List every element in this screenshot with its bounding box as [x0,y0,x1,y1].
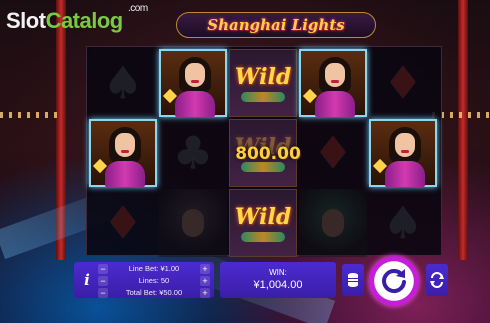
game-title: Shanghai Lights [207,16,345,34]
lady-icon [175,57,215,117]
lady-icon [315,57,355,117]
total-bet-increase-button[interactable]: + [200,287,210,298]
line-bet-label: Line Bet: ¥1.00 [128,264,180,273]
autoplay-icon [430,272,444,288]
lady-symbol [159,49,227,117]
lady-icon [385,127,425,187]
line-bet-increase-button[interactable]: + [200,263,210,274]
line-bet-decrease-button[interactable]: − [98,263,108,274]
dragon-icon [241,232,285,242]
spade-symbol: ♠ [369,189,437,257]
line-bet-row: − Line Bet: ¥1.00 + [98,263,210,274]
game-logo: Shanghai Lights [176,12,376,38]
wild-symbol: Wild [229,49,297,117]
lines-increase-button[interactable]: + [200,275,210,286]
win-label: WIN: [269,268,287,277]
spin-button[interactable] [369,256,419,306]
man-icon [182,209,204,237]
spade-icon: ♠ [383,197,423,249]
lines-label: Lines: 50 [138,276,170,285]
wild-symbol: Wild [229,189,297,257]
lady-icon [105,127,145,187]
watermark-slot: Slot [6,8,46,33]
man-symbol [159,189,227,257]
diamond-symbol: ♦ [369,49,437,117]
dragon-icon [241,92,285,102]
watermark-catalog: Catalog [45,8,124,33]
watermark-suffix: .com [128,3,148,14]
watermark-logo: SlotCatalog .com [6,3,148,34]
reel-grid: ♠ ♦ ♣ Wild Wild Wild 800.00 ♦ ♦ ♠ [86,46,442,257]
lady-symbol [89,119,157,187]
total-bet-decrease-button[interactable]: − [98,287,108,298]
total-bet-label: Total Bet: ¥50.00 [125,288,183,297]
reel-win-amount: 800.00 [235,144,301,164]
spade-icon: ♠ [103,57,143,109]
autoplay-button[interactable] [426,264,448,296]
game-stage: SlotCatalog .com Shanghai Lights ♠ ♦ ♣ W… [0,0,490,323]
win-display: WIN: ¥1,004.00 [220,262,336,298]
diamond-icon: ♦ [103,197,143,249]
coins-button[interactable] [342,264,364,296]
club-icon: ♣ [173,127,213,179]
diamond-symbol: ♦ [89,189,157,257]
info-button[interactable]: i [78,262,96,298]
win-total: ¥1,004.00 [253,279,303,291]
diamond-icon: ♦ [313,127,353,179]
spin-icon [382,269,406,294]
woman-icon [322,209,344,237]
lady-symbol [299,49,367,117]
left-lights [0,112,60,118]
lines-decrease-button[interactable]: − [98,275,108,286]
diamond-symbol: ♦ [299,119,367,187]
coins-icon [348,273,358,287]
lines-row: − Lines: 50 + [98,275,210,286]
spade-symbol: ♠ [89,49,157,117]
diamond-icon: ♦ [383,57,423,109]
club-symbol: ♣ [159,119,227,187]
woman-symbol [299,189,367,257]
wild-label: Wild [234,204,292,230]
right-pillar [458,0,468,260]
wild-label: Wild [234,64,292,90]
lady-symbol [369,119,437,187]
total-bet-row: − Total Bet: ¥50.00 + [98,287,210,298]
